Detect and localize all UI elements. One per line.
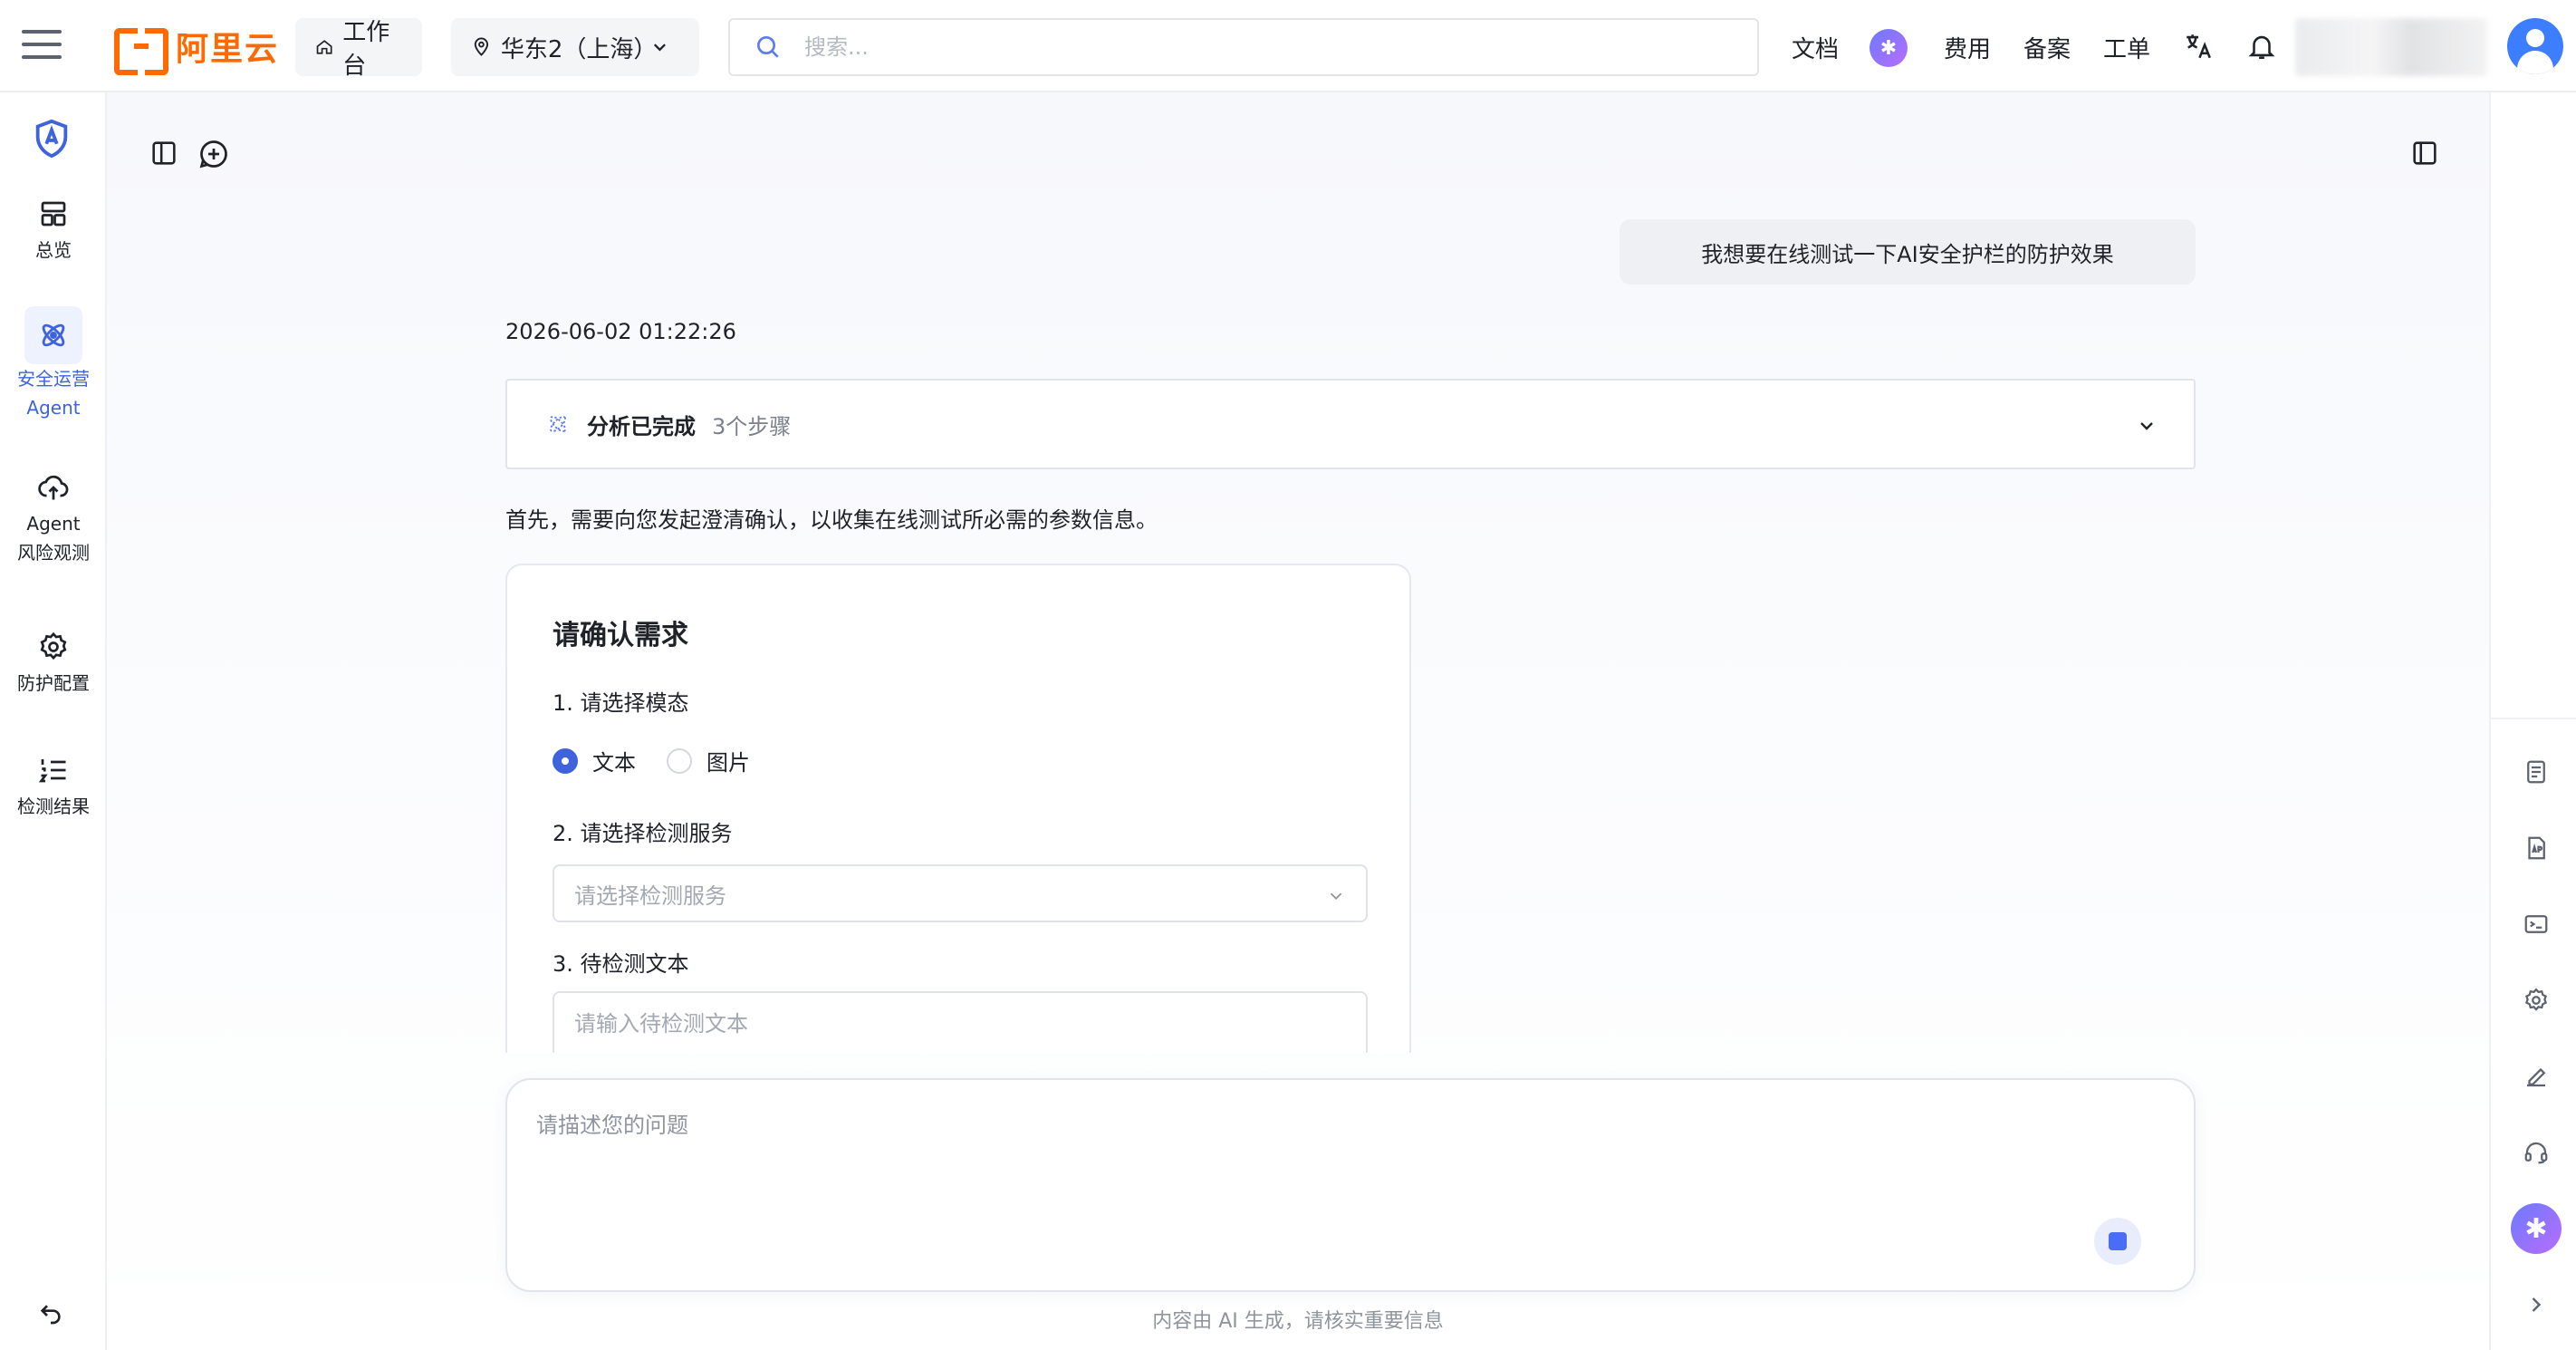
sidebar-item-label: Agent — [26, 513, 81, 535]
ai-assistant-icon[interactable]: ✱ — [1870, 29, 1908, 67]
translate-icon[interactable] — [2183, 31, 2214, 62]
detection-service-select[interactable]: 请选择检测服务 — [553, 864, 1368, 922]
ticket-link[interactable]: 工单 — [2103, 31, 2150, 64]
aliyun-logo[interactable]: 阿里云 — [114, 25, 280, 75]
product-logo-icon[interactable] — [31, 118, 72, 159]
assistant-intro-text: 首先，需要向您发起澄清确认，以收集在线测试所必需的参数信息。 — [505, 507, 1158, 533]
atom-icon — [42, 323, 65, 347]
logo-mark — [114, 28, 168, 75]
question-modality: 1. 请选择模态 — [553, 690, 689, 716]
chevron-down-icon — [2140, 422, 2153, 430]
document-icon — [2527, 760, 2545, 784]
new-chat-icon[interactable] — [197, 138, 230, 170]
chevron-right-icon — [2532, 1297, 2542, 1312]
sidebar-item-overview[interactable]: 总览 — [0, 198, 107, 265]
workbench-label: 工作台 — [342, 19, 390, 80]
question-service: 2. 请选择检测服务 — [553, 821, 733, 846]
rail-terminal-button[interactable] — [2511, 899, 2562, 950]
menu-icon[interactable] — [22, 30, 62, 63]
radio-image-label: 图片 — [706, 750, 750, 776]
filing-link[interactable]: 备案 — [2023, 31, 2071, 64]
card-title: 请确认需求 — [553, 620, 688, 651]
stop-icon — [2109, 1232, 2127, 1250]
sidebar-item-label: 安全运营 — [17, 368, 90, 390]
message-input[interactable] — [536, 1107, 2130, 1216]
rail-collapse-button[interactable] — [2511, 1279, 2562, 1330]
select-placeholder: 请选择检测服务 — [574, 882, 726, 909]
user-message-text: 我想要在线测试一下AI安全护栏的防护效果 — [1701, 241, 2114, 267]
right-rail: ✱ — [2489, 92, 2576, 1350]
headset-icon — [2524, 1142, 2548, 1164]
analysis-title: 分析已完成 — [587, 413, 696, 439]
sidebar-item-detection-results[interactable]: 检测结果 — [0, 754, 107, 821]
panel-toggle-icon[interactable] — [2409, 138, 2440, 169]
modality-radio-group: 文本 图片 — [553, 745, 750, 776]
message-composer — [505, 1078, 2196, 1292]
sidebar-item-label: 防护配置 — [17, 672, 90, 694]
rail-notes-button[interactable] — [2511, 747, 2562, 797]
bell-icon[interactable] — [2246, 31, 2277, 62]
workbench-button[interactable]: 工作台 — [295, 18, 422, 80]
back-arrow-icon[interactable] — [36, 1297, 65, 1326]
rail-divider — [2491, 718, 2576, 719]
rail-ai-assistant-button[interactable]: ✱ — [2511, 1203, 2562, 1254]
location-icon — [474, 37, 489, 56]
question-text: 3. 待检测文本 — [553, 951, 689, 977]
search-icon — [757, 36, 779, 58]
rail-support-button[interactable] — [2511, 1127, 2562, 1178]
left-sidebar: 总览 安全运营 Agent Agent 风险观测 防护配置 检测结果 — [0, 92, 107, 1350]
api-icon — [2528, 836, 2545, 860]
sidebar-item-security-agent[interactable]: 安全运营 Agent — [0, 306, 107, 422]
rail-settings-button[interactable] — [2511, 975, 2562, 1026]
cloud-upload-icon — [38, 475, 69, 500]
search-input[interactable] — [804, 34, 1620, 60]
radio-text-label: 文本 — [592, 750, 636, 776]
message-timestamp: 2026-06-02 01:22:26 — [505, 319, 736, 344]
sidebar-active-highlight — [24, 306, 82, 364]
fees-link[interactable]: 费用 — [1944, 31, 1991, 64]
docs-link[interactable]: 文档 — [1792, 31, 1839, 64]
sidebar-item-protection-config[interactable]: 防护配置 — [0, 631, 107, 698]
sidebar-item-label-2: Agent — [26, 397, 81, 419]
rail-edit-button[interactable] — [2511, 1051, 2562, 1102]
rail-api-button[interactable] — [2511, 823, 2562, 873]
radio-text[interactable] — [553, 747, 578, 774]
gear-icon — [2524, 988, 2548, 1011]
region-selector[interactable]: 华东2（上海） — [451, 18, 699, 76]
avatar[interactable] — [2507, 18, 2563, 74]
analysis-steps: 3个步骤 — [712, 413, 792, 439]
ai-assistant-icon: ✱ — [2524, 1212, 2548, 1245]
sidebar-item-label: 总览 — [35, 239, 72, 261]
main-chat-area: 我想要在线测试一下AI安全护栏的防护效果 2026-06-02 01:22:26… — [107, 92, 2489, 1350]
edit-icon — [2527, 1067, 2546, 1087]
chevron-down-icon — [1330, 892, 1342, 901]
text-input-placeholder: 请输入待检测文本 — [574, 1011, 748, 1037]
region-label: 华东2（上海） — [500, 35, 658, 63]
logo-text: 阿里云 — [176, 31, 280, 68]
home-icon — [316, 40, 332, 54]
sidebar-item-label-2: 风险观测 — [17, 542, 90, 564]
chevron-down-icon — [654, 43, 667, 52]
terminal-icon — [2524, 915, 2548, 933]
list-ordered-icon — [38, 759, 66, 783]
account-name-redacted[interactable] — [2295, 18, 2487, 76]
confirm-requirements-card: 请确认需求 1. 请选择模态 文本 图片 2. 请选择检测服务 请选择检测服务 … — [505, 564, 1411, 1053]
search-box[interactable] — [728, 18, 1759, 76]
stop-generation-button[interactable] — [2094, 1218, 2141, 1265]
detection-text-input[interactable]: 请输入待检测文本 — [553, 991, 1368, 1053]
sidebar-item-agent-risk[interactable]: Agent 风险观测 — [0, 471, 107, 567]
gear-icon — [40, 632, 67, 661]
analysis-status-icon — [550, 416, 566, 432]
user-message-bubble: 我想要在线测试一下AI安全护栏的防护效果 — [1620, 219, 2196, 284]
ai-disclaimer: 内容由 AI 生成，请核实重要信息 — [1152, 1310, 1444, 1333]
sidebar-toggle-icon[interactable] — [149, 138, 179, 169]
sidebar-item-label: 检测结果 — [17, 796, 90, 817]
dashboard-icon — [41, 201, 66, 227]
analysis-status-panel[interactable]: 分析已完成 3个步骤 — [505, 379, 2196, 469]
radio-image[interactable] — [667, 747, 692, 774]
top-bar: 阿里云 工作台 华东2（上海） 文档 ✱ 费用 备案 工单 — [0, 0, 2576, 92]
